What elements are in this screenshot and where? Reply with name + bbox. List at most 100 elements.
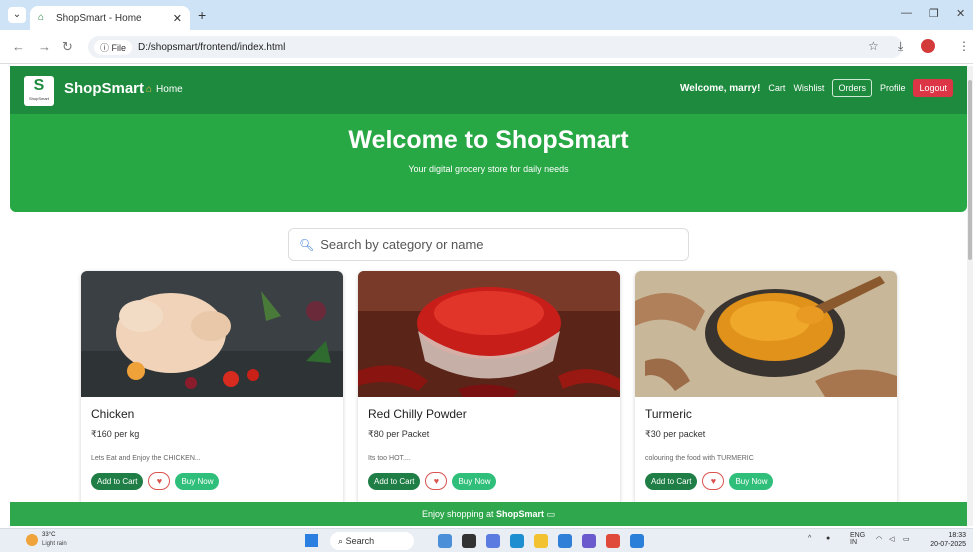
reload-icon[interactable]: ↻ (62, 39, 73, 55)
product-description: colouring the food with TURMERIC (645, 455, 754, 462)
bookmark-star-icon[interactable]: ☆ (868, 39, 879, 53)
search-icon: 🔍︎ (299, 237, 315, 252)
taskbar-search[interactable]: ⌕ Search (330, 532, 414, 550)
product-description: Its too HOT.... (368, 455, 411, 462)
footer-cart-icon: ▭ (546, 509, 556, 519)
product-image-turmeric (635, 271, 897, 397)
add-to-cart-button[interactable]: Add to Cart (91, 472, 144, 490)
buy-now-button[interactable]: Buy Now (452, 472, 497, 490)
product-card: Turmeric ₹30 per packet colouring the fo… (635, 271, 897, 506)
product-name: Chicken (91, 407, 135, 421)
nav-cart-link[interactable]: Cart (768, 83, 785, 93)
nav-right-group: Welcome, marry! Cart Wishlist Orders Pro… (680, 79, 953, 97)
product-price: ₹160 per kg (91, 429, 140, 439)
product-price: ₹30 per packet (645, 429, 706, 439)
clock-date[interactable]: 20-07-2025 (926, 541, 966, 548)
buy-now-button[interactable]: Buy Now (729, 472, 774, 490)
tab-title: ShopSmart - Home (56, 12, 142, 24)
nav-orders-button[interactable]: Orders (832, 79, 872, 97)
battery-icon[interactable]: ▭ (903, 535, 910, 543)
wishlist-heart-icon[interactable]: ♥ (148, 472, 171, 490)
edge-browser-icon[interactable] (510, 534, 524, 548)
new-tab-button[interactable]: + (198, 7, 206, 23)
nav-home-link[interactable]: ⌂ Home (146, 84, 183, 95)
download-icon[interactable]: ⤓ (898, 39, 903, 54)
window-close-icon[interactable]: ✕ (956, 7, 965, 20)
home-icon: ⌂ (146, 84, 153, 95)
mail-icon[interactable] (558, 534, 572, 548)
browser-tab-bar: ⌄ ⌂ ShopSmart - Home ✕ + — ❐ ✕ (0, 0, 973, 30)
product-card: Chicken ₹160 per kg Lets Eat and Enjoy t… (81, 271, 343, 506)
product-image-red-chilly (358, 271, 620, 397)
clock-time[interactable]: 18:33 (936, 532, 966, 539)
volume-icon[interactable]: ◁ (889, 535, 894, 543)
teams-icon[interactable] (582, 534, 596, 548)
tray-chevron-icon[interactable]: ^ (808, 535, 811, 542)
hero-subtitle: Your digital grocery store for daily nee… (408, 164, 569, 174)
add-to-cart-button[interactable]: Add to Cart (368, 472, 421, 490)
search-input[interactable]: 🔍︎ Search by category or name (288, 228, 689, 261)
logout-button[interactable]: Logout (913, 79, 953, 97)
product-name: Red Chilly Powder (368, 407, 467, 421)
home-label: Home (156, 84, 183, 95)
logo-subtext: ShopSmart (28, 96, 49, 101)
product-card-body: Chicken ₹160 per kg Lets Eat and Enjoy t… (91, 407, 333, 490)
product-actions: Add to Cart ♥ Buy Now (368, 472, 610, 490)
scrollbar-thumb[interactable] (968, 80, 972, 260)
hero-title: Welcome to ShopSmart (348, 126, 629, 154)
product-card-body: Red Chilly Powder ₹80 per Packet Its too… (368, 407, 610, 490)
task-view-icon[interactable] (462, 534, 476, 548)
taskbar-app-icon[interactable] (486, 534, 500, 548)
vscode-icon[interactable] (630, 534, 644, 548)
site-navbar: S ShopSmart ShopSmart ⌂ Home Welcome, mar… (10, 66, 967, 114)
site-logo[interactable]: S ShopSmart (24, 76, 54, 106)
nav-wishlist-link[interactable]: Wishlist (793, 83, 824, 93)
add-to-cart-button[interactable]: Add to Cart (645, 472, 698, 490)
tab-close-icon[interactable]: ✕ (173, 12, 182, 25)
wishlist-heart-icon[interactable]: ♥ (702, 472, 725, 490)
welcome-text: Welcome, marry! (680, 82, 761, 94)
web-page: S ShopSmart ShopSmart ⌂ Home Welcome, mar… (10, 66, 967, 526)
address-bar-row: ← → ↻ ⓘ File D:/shopsmart/frontend/index… (0, 30, 973, 64)
windows-start-icon[interactable] (305, 534, 318, 547)
footer-text: Enjoy shopping at (421, 509, 496, 519)
weather-icon[interactable] (26, 534, 38, 546)
wifi-icon[interactable]: ◠ (876, 535, 882, 543)
tab-list-chevron-icon[interactable]: ⌄ (8, 7, 26, 23)
url-bar[interactable]: ⓘ File D:/shopsmart/frontend/index.html (88, 36, 903, 58)
page-scrollbar[interactable] (967, 66, 973, 526)
product-actions: Add to Cart ♥ Buy Now (91, 472, 333, 490)
browser-tab[interactable]: ⌂ ShopSmart - Home ✕ (30, 6, 190, 30)
file-explorer-icon[interactable] (534, 534, 548, 548)
product-description: Lets Eat and Enjoy the CHICKEN... (91, 455, 201, 462)
file-chip-label: File (111, 42, 127, 53)
language-indicator[interactable]: ENG IN (850, 532, 865, 546)
language-code: ENG (850, 532, 866, 539)
minimize-icon[interactable]: — (901, 7, 912, 19)
weather-description: Light rain (42, 541, 67, 547)
taskbar-app-icon[interactable] (438, 534, 452, 548)
site-footer: Enjoy shopping at ShopSmart ▭ (10, 502, 967, 526)
brand-name[interactable]: ShopSmart (64, 80, 144, 97)
profile-avatar-icon[interactable] (921, 39, 935, 53)
nav-profile-link[interactable]: Profile (880, 83, 906, 93)
url-text: D:/shopsmart/frontend/index.html (138, 41, 286, 53)
more-menu-icon[interactable]: ⋮ (958, 39, 970, 53)
region-code: IN (850, 539, 857, 546)
buy-now-button[interactable]: Buy Now (175, 472, 220, 490)
forward-arrow-icon[interactable]: → (38, 39, 51, 54)
product-card: Red Chilly Powder ₹80 per Packet Its too… (358, 271, 620, 506)
taskbar-search-icon: ⌕ (338, 536, 344, 546)
logo-letter: S (33, 77, 45, 94)
restore-icon[interactable]: ❐ (929, 7, 939, 20)
tray-app-icon[interactable]: ● (826, 535, 830, 542)
hero-banner: Welcome to ShopSmart Your digital grocer… (10, 114, 967, 212)
wishlist-heart-icon[interactable]: ♥ (425, 472, 448, 490)
tab-favicon-icon: ⌂ (38, 12, 45, 23)
taskbar-search-label: Search (345, 536, 375, 546)
back-arrow-icon[interactable]: ← (12, 39, 25, 54)
site-info-chip[interactable]: ⓘ File (94, 39, 133, 55)
chrome-icon[interactable] (606, 534, 620, 548)
product-actions: Add to Cart ♥ Buy Now (645, 472, 887, 490)
footer-brand: ShopSmart (496, 509, 545, 519)
